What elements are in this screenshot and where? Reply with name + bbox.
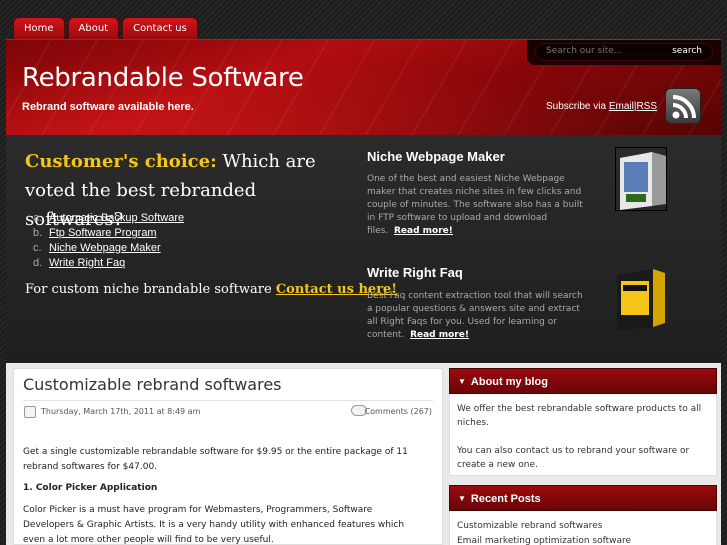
search-box: search [535, 43, 713, 61]
list-link[interactable]: Write Right Faq [49, 257, 125, 269]
product-title[interactable]: Niche Webpage Maker [367, 149, 505, 164]
product-description: One of the best and easiest Niche Webpag… [367, 173, 589, 238]
post-paragraph: Color Picker is a must have program for … [23, 505, 405, 545]
subscribe-email-link[interactable]: Email [609, 101, 634, 112]
search-button[interactable]: search [672, 46, 702, 56]
post-subheading: 1. Color Picker Application [23, 483, 158, 493]
about-text: We offer the best rebrandable software p… [457, 404, 702, 428]
sidebar-widget-recent: ▼ Recent Posts Customizable rebrand softw… [449, 485, 717, 545]
widget-body: We offer the best rebrandable software p… [449, 394, 717, 476]
list-marker: b. [33, 227, 43, 239]
widget-header: ▼ Recent Posts [449, 485, 717, 511]
list-marker: a. [33, 212, 43, 224]
product-box-image[interactable] [615, 263, 667, 333]
nav-home[interactable]: Home [13, 17, 65, 39]
product-title[interactable]: Write Right Faq [367, 265, 463, 280]
post-title[interactable]: Customizable rebrand softwares [23, 375, 282, 394]
site-tagline: Rebrand software available here. [22, 101, 194, 113]
feature-area: Customer's choice: Which are voted the b… [6, 135, 721, 363]
custom-software-line: For custom niche brandable software Cont… [25, 282, 397, 297]
search-input[interactable] [546, 46, 656, 56]
nav-contact[interactable]: Contact us [122, 17, 198, 39]
subscribe-label: Subscribe via [546, 101, 607, 112]
recent-post-link[interactable]: Customizable rebrand softwares [457, 519, 709, 534]
subscribe-rss-link[interactable]: RSS [636, 101, 657, 112]
read-more-link[interactable]: Read more! [394, 226, 453, 236]
list-marker: c. [33, 242, 42, 254]
top-nav: Home About Contact us [13, 17, 198, 39]
list-item: d. Write Right Faq [33, 256, 184, 271]
caret-down-icon: ▼ [458, 377, 466, 386]
comments-link[interactable]: Comments (267) [365, 407, 432, 416]
search-area: search [527, 40, 721, 65]
divider [23, 400, 433, 401]
recent-post-link[interactable]: Email marketing optimization software [457, 534, 709, 545]
list-item: b. Ftp Software Program [33, 226, 184, 241]
product-box-image[interactable] [615, 147, 667, 211]
widget-header: ▼ About my blog [449, 368, 717, 394]
about-text: You can also contact us to rebrand your … [457, 446, 690, 470]
widget-body: Customizable rebrand softwares Email mar… [449, 511, 717, 545]
nav-about[interactable]: About [67, 17, 120, 39]
read-more-link[interactable]: Read more! [410, 330, 469, 340]
choice-heading-accent: Customer's choice: [25, 151, 217, 172]
product-description: Best Faq content extraction tool that wi… [367, 290, 589, 342]
post-date: Thursday, March 17th, 2011 at 8:49 am [41, 407, 201, 416]
sidebar-widget-about: ▼ About my blog We offer the best rebrand… [449, 368, 717, 476]
subscribe-line: Subscribe via Email|RSS [546, 101, 657, 112]
list-item: a. Automatic Backup Software [33, 211, 184, 226]
rss-icon[interactable] [665, 88, 701, 124]
caret-down-icon: ▼ [458, 494, 466, 503]
list-item: c. Niche Webpage Maker [33, 241, 184, 256]
site-title[interactable]: Rebrandable Software [22, 63, 304, 93]
calendar-icon [24, 406, 36, 418]
list-marker: d. [33, 257, 43, 269]
widget-title: About my blog [470, 376, 548, 388]
site-header: Rebrandable Software Rebrand software av… [6, 39, 721, 135]
list-link[interactable]: Automatic Backup Software [49, 212, 184, 224]
widget-title: Recent Posts [470, 493, 541, 505]
custom-text: For custom niche brandable software [25, 282, 276, 297]
list-link[interactable]: Ftp Software Program [49, 227, 157, 239]
choice-list: a. Automatic Backup Software b. Ftp Softwa… [33, 211, 184, 271]
post-paragraph: Get a single customizable rebrandable so… [23, 447, 408, 472]
product-desc-text: Best Faq content extraction tool that wi… [367, 291, 583, 340]
list-link[interactable]: Niche Webpage Maker [49, 242, 161, 254]
blog-post: Customizable rebrand softwares Thursday,… [13, 368, 443, 545]
